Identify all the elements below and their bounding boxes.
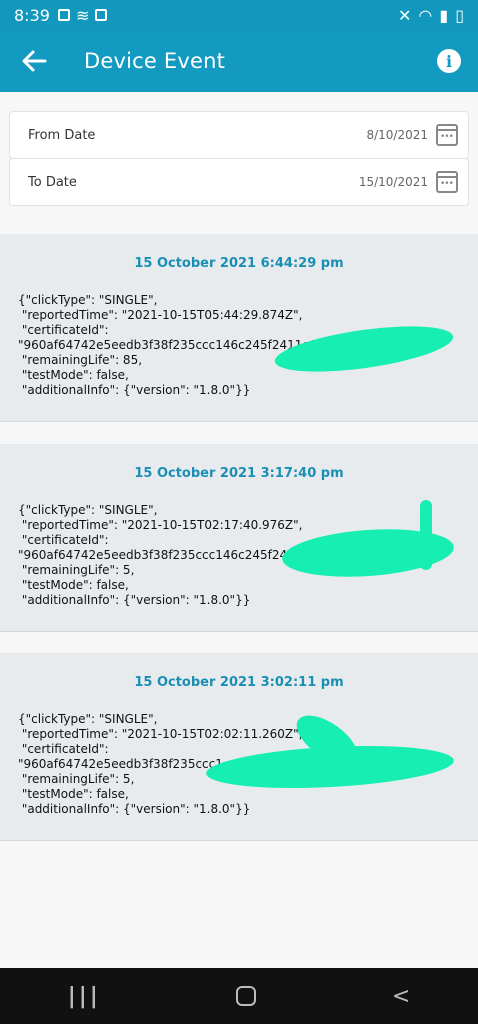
date-filters: From Date 8/10/2021 To Date 15/10/2021 bbox=[0, 92, 478, 232]
event-card: 15 October 2021 3:17:40 pm {"clickType":… bbox=[0, 444, 478, 632]
event-timestamp: 15 October 2021 3:02:11 pm bbox=[134, 675, 344, 690]
signal-icon: ▮ bbox=[439, 5, 449, 25]
event-timestamp: 15 October 2021 6:44:29 pm bbox=[134, 256, 344, 271]
calendar-icon[interactable] bbox=[436, 171, 458, 193]
event-timestamp: 15 October 2021 3:17:40 pm bbox=[134, 466, 344, 481]
gallery-icon bbox=[57, 9, 70, 21]
app-bar: Device Event i bbox=[0, 30, 478, 92]
to-date-value: 15/10/2021 bbox=[358, 175, 428, 189]
system-back-button[interactable]: < bbox=[392, 984, 410, 1009]
info-button[interactable]: i bbox=[437, 49, 461, 73]
home-button[interactable] bbox=[236, 986, 257, 1006]
from-date-value: 8/10/2021 bbox=[366, 128, 428, 142]
info-icon: i bbox=[445, 51, 453, 71]
status-bar: 8:39 ≋ ✕ ◠ ▮ ▯ bbox=[0, 0, 478, 30]
recents-button[interactable]: ||| bbox=[68, 984, 101, 1009]
back-button[interactable] bbox=[4, 30, 64, 92]
mute-icon: ✕ bbox=[398, 5, 412, 25]
event-card: 15 October 2021 3:02:11 pm {"clickType":… bbox=[0, 653, 478, 841]
page-title: Device Event bbox=[84, 49, 226, 73]
calendar-icon[interactable] bbox=[436, 124, 458, 146]
event-card: 15 October 2021 6:44:29 pm {"clickType":… bbox=[0, 234, 478, 422]
arrow-left-icon bbox=[22, 50, 47, 72]
to-date-label: To Date bbox=[28, 174, 77, 190]
from-date-label: From Date bbox=[28, 127, 96, 143]
wifi-icon: ◠ bbox=[418, 5, 433, 25]
status-time: 8:39 bbox=[14, 5, 50, 25]
from-date-field[interactable]: From Date 8/10/2021 bbox=[9, 111, 469, 159]
system-nav-bar: ||| < bbox=[0, 968, 478, 1024]
wifi-call-icon: ≋ bbox=[75, 5, 90, 25]
battery-icon: ▯ bbox=[455, 5, 464, 25]
to-date-field[interactable]: To Date 15/10/2021 bbox=[9, 158, 469, 206]
app-notification-icon bbox=[95, 9, 108, 21]
redaction-scribble bbox=[420, 500, 432, 570]
